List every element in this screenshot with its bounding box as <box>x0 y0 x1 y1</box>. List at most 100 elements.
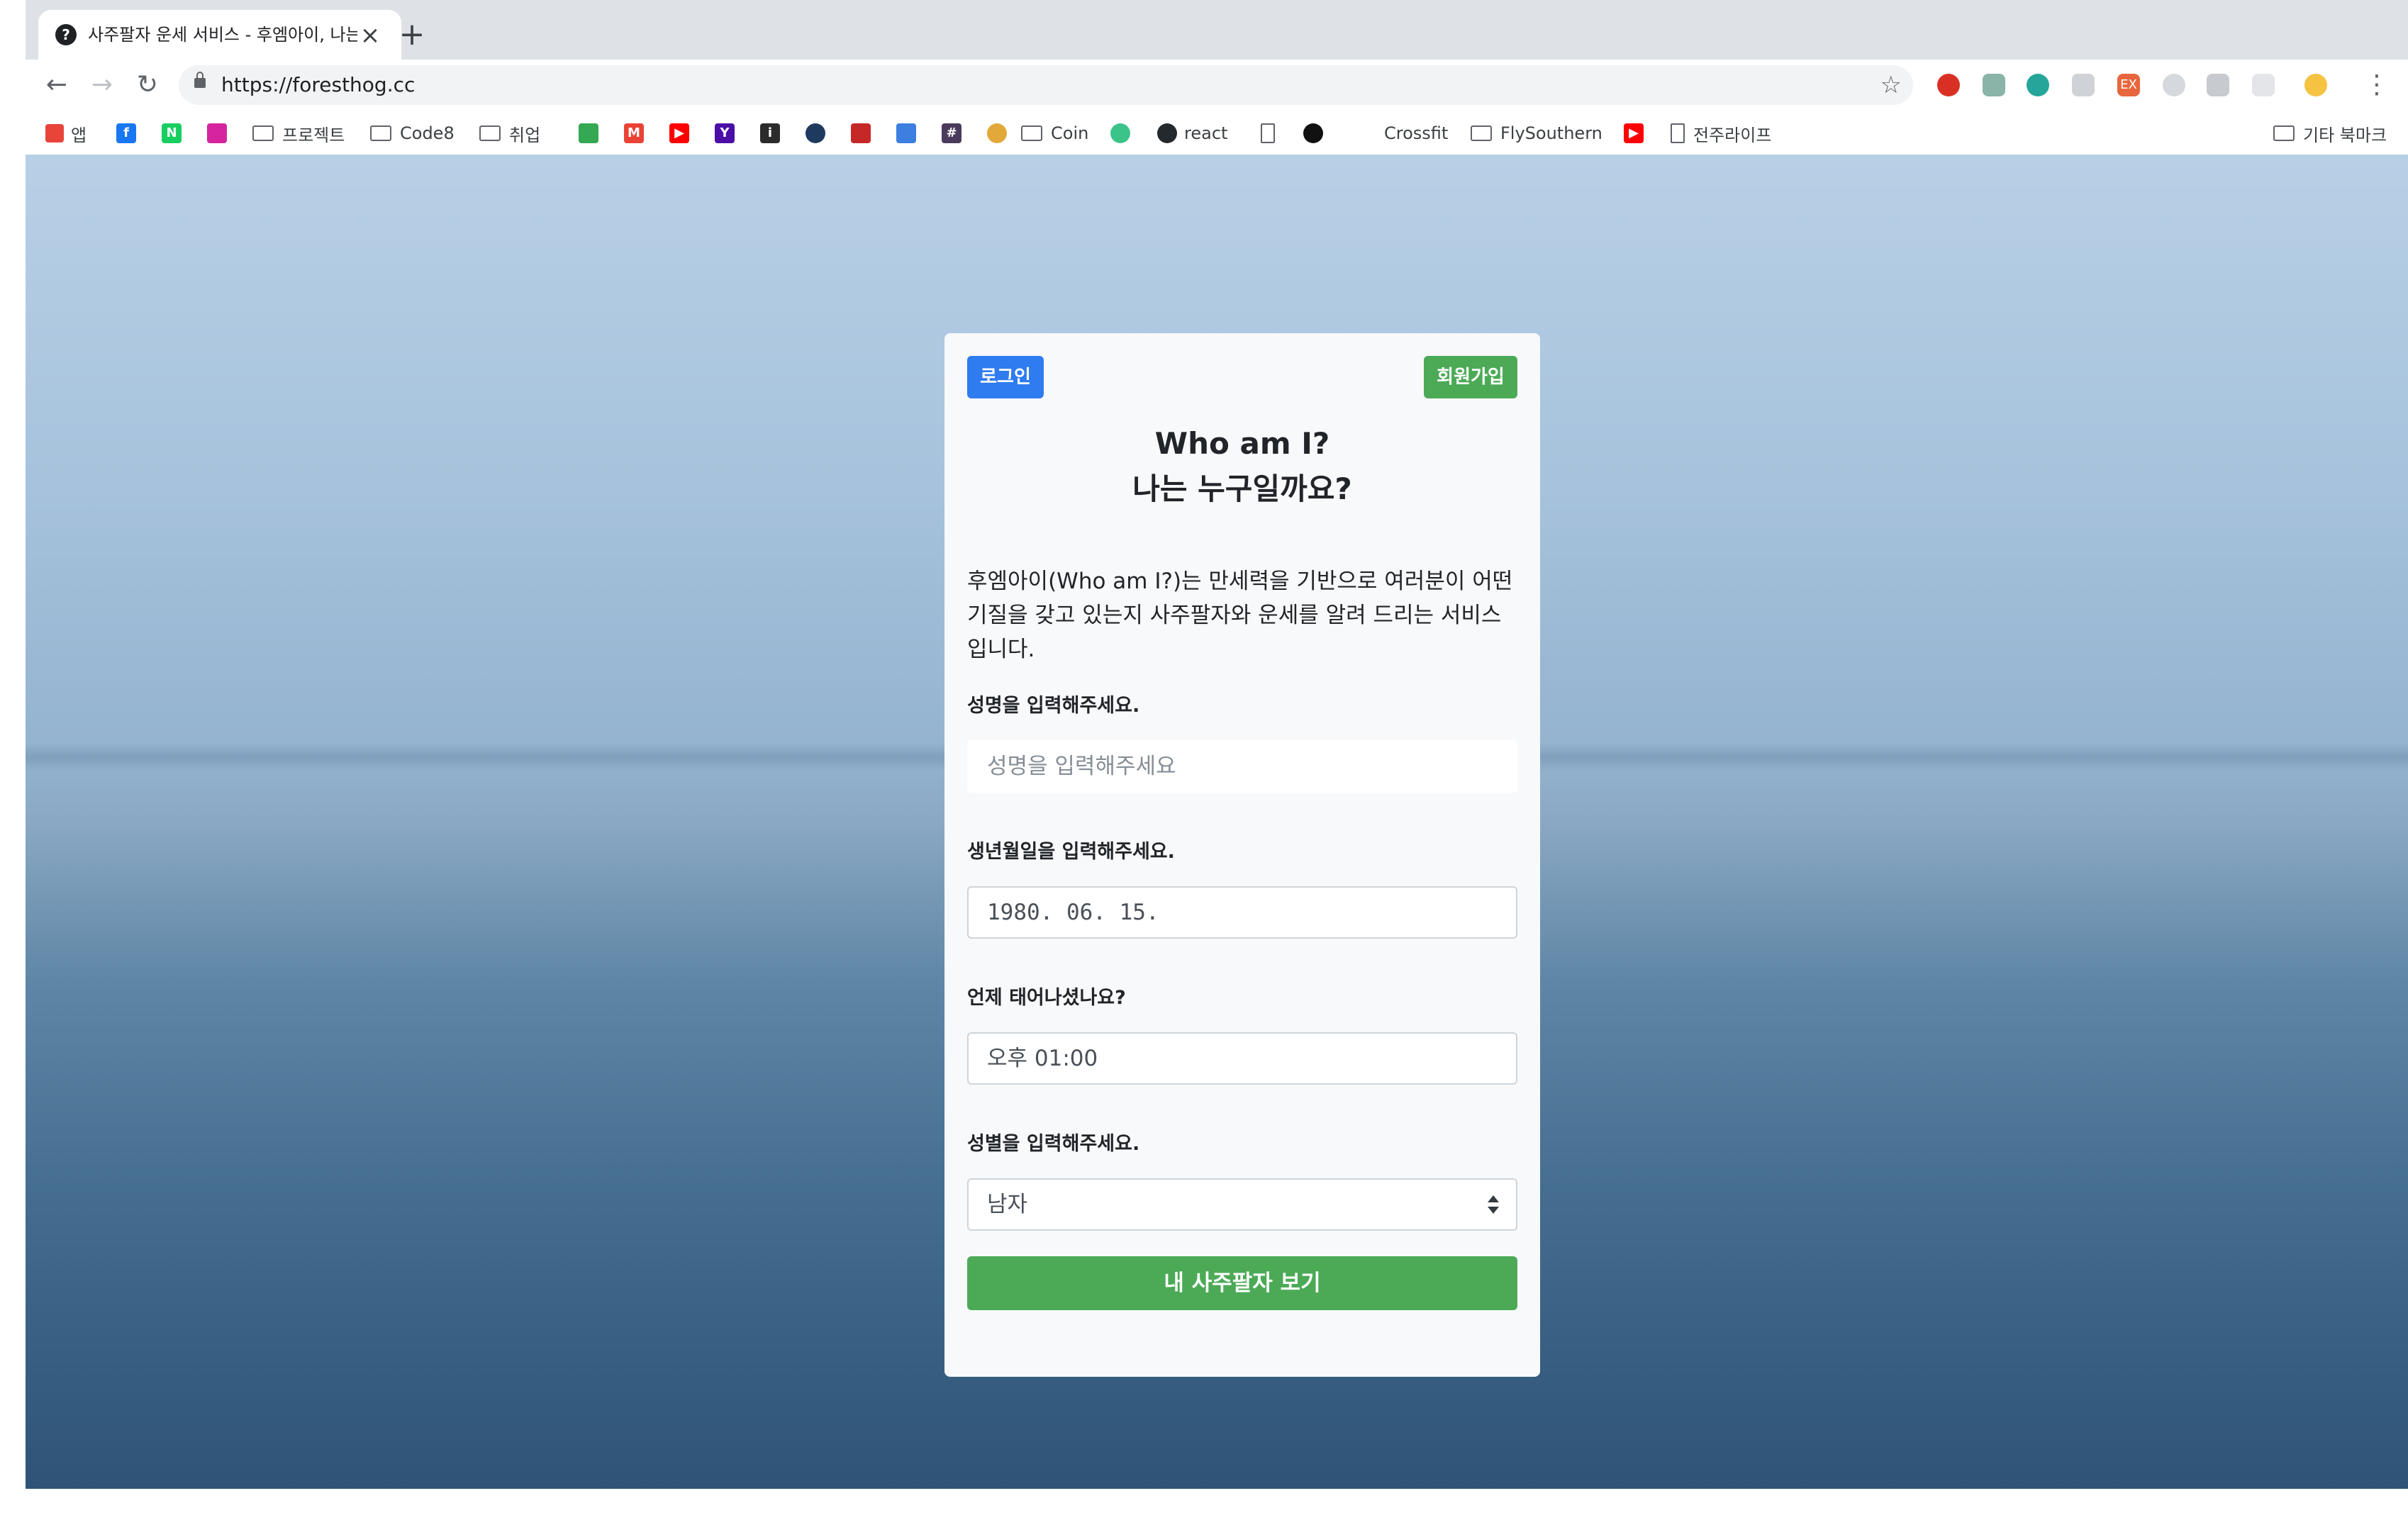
bookmark-site[interactable] <box>806 119 832 147</box>
bookmark-youtube[interactable]: ▶ <box>1624 119 1651 147</box>
bookmark-doc[interactable] <box>1261 119 1275 147</box>
bookmark-yahoo[interactable]: Y <box>715 119 742 147</box>
bookmark-label: Code8 <box>400 123 455 143</box>
bookmark-folder-other[interactable]: 기타 북마크 <box>2273 119 2387 147</box>
gmail-icon: M <box>624 123 644 143</box>
document-icon <box>1261 123 1275 143</box>
extension-icon[interactable] <box>2027 74 2049 96</box>
extension-icon[interactable]: EX <box>2117 74 2140 96</box>
bookmark-hash[interactable]: # <box>942 119 969 147</box>
login-button[interactable]: 로그인 <box>967 356 1044 398</box>
bookmark-site[interactable] <box>1303 119 1330 147</box>
signup-button[interactable]: 회원가입 <box>1424 356 1517 398</box>
bookmark-youtube[interactable]: ▶ <box>669 119 696 147</box>
github-icon <box>1157 123 1177 143</box>
bookmark-folder-project[interactable]: 프로젝트 <box>252 119 345 147</box>
instagram-icon <box>207 123 227 143</box>
youtube-icon: ▶ <box>1624 123 1644 143</box>
bookmark-site[interactable] <box>1110 119 1137 147</box>
folder-icon <box>370 125 391 141</box>
bookmark-cio[interactable] <box>851 119 878 147</box>
forward-icon[interactable]: → <box>85 68 119 102</box>
extension-icon[interactable] <box>2072 74 2095 96</box>
document-icon <box>1671 123 1685 143</box>
site-icon <box>987 123 1007 143</box>
lock-icon <box>194 72 206 88</box>
browser-tab[interactable]: ? 사주팔자 운세 서비스 - 후엠아이, 나는 × <box>38 10 401 60</box>
bookmark-drive[interactable] <box>579 119 606 147</box>
site-icon <box>1110 123 1130 143</box>
folder-icon <box>252 125 274 141</box>
extension-icon[interactable] <box>1983 74 2005 96</box>
birthdate-label: 생년월일을 입력해주세요. <box>967 841 1175 863</box>
url-text: https://foresthog.cc <box>221 73 416 96</box>
birthdate-value: 1980. 06. 15. <box>987 900 1159 925</box>
bookmark-crossfit[interactable]: Crossfit <box>1384 119 1448 147</box>
bookmark-jeonju[interactable]: 전주라이프 <box>1671 119 1771 147</box>
chart-icon <box>896 123 916 143</box>
bookmark-label: 앱 <box>71 125 87 145</box>
bookmark-naver[interactable]: N <box>162 119 189 147</box>
bookmark-star-icon[interactable]: ☆ <box>1880 69 1902 101</box>
bookmark-apps[interactable]: 앱 <box>45 119 87 147</box>
folder-icon <box>479 125 501 141</box>
google-drive-icon <box>579 123 598 143</box>
name-input[interactable] <box>967 740 1517 793</box>
tab-strip: ? 사주팔자 운세 서비스 - 후엠아이, 나는 × + <box>26 0 2408 60</box>
bookmark-label: 전주라이프 <box>1693 125 1772 145</box>
extension-icon[interactable] <box>2163 74 2185 96</box>
birth-time-value: 오후 01:00 <box>987 1046 1098 1071</box>
menu-icon[interactable]: ⋮ <box>2360 68 2394 102</box>
folder-icon <box>2273 125 2295 141</box>
bookmark-label: 취업 <box>509 125 541 145</box>
site-icon <box>806 123 825 143</box>
bookmark-folder-flysouthern[interactable]: FlySouthern <box>1471 119 1602 147</box>
extension-icon[interactable] <box>2252 74 2275 96</box>
main-card: 로그인 회원가입 Who am I? 나는 누구일까요? 후엠아이(Who am… <box>944 333 1540 1377</box>
birth-time-input[interactable]: 오후 01:00 <box>967 1032 1517 1085</box>
bookmark-folder-coin[interactable]: Coin <box>1021 119 1088 147</box>
apps-grid-icon <box>45 124 64 142</box>
bookmark-instagram[interactable] <box>207 119 234 147</box>
facebook-icon: f <box>116 123 136 143</box>
tab-title: 사주팔자 운세 서비스 - 후엠아이, 나는 <box>88 25 357 45</box>
address-bar[interactable]: https://foresthog.cc ☆ <box>179 65 1913 105</box>
navigation-bar: ← → ↻ https://foresthog.cc ☆ EX ⋮ <box>26 60 2408 111</box>
close-tab-icon[interactable]: × <box>356 21 384 50</box>
bookmark-site[interactable] <box>987 119 1014 147</box>
back-icon[interactable]: ← <box>40 68 74 102</box>
extension-icon[interactable] <box>2207 74 2229 96</box>
submit-button[interactable]: 내 사주팔자 보기 <box>967 1256 1517 1310</box>
bookmark-label: 프로젝트 <box>282 125 345 145</box>
cio-icon <box>851 123 871 143</box>
bookmark-chart[interactable] <box>896 119 923 147</box>
window-bottom-edge <box>0 1489 2408 1520</box>
bookmark-label: FlySouthern <box>1500 123 1602 143</box>
bookmark-investing[interactable]: i <box>760 119 787 147</box>
select-arrows-icon <box>1488 1195 1499 1215</box>
favicon-icon: ? <box>55 24 77 45</box>
bookmark-react[interactable]: react <box>1157 119 1227 147</box>
bookmark-facebook[interactable]: f <box>116 119 143 147</box>
name-label: 성명을 입력해주세요. <box>967 695 1140 717</box>
bookmark-folder-code8[interactable]: Code8 <box>370 119 455 147</box>
profile-avatar-icon[interactable] <box>2304 74 2327 96</box>
birthdate-input[interactable]: 1980. 06. 15. <box>967 886 1517 939</box>
youtube-icon: ▶ <box>669 123 689 143</box>
browser-chrome: ? 사주팔자 운세 서비스 - 후엠아이, 나는 × + ← → ↻ https… <box>26 0 2408 155</box>
hash-icon: # <box>942 123 961 143</box>
gender-value: 남자 <box>987 1192 1028 1217</box>
bookmark-gmail[interactable]: M <box>624 119 651 147</box>
new-tab-icon[interactable]: + <box>394 17 430 52</box>
bookmarks-bar: 앱 f N 프로젝트 Code8 취업 M ▶ Y i # Coin react… <box>26 111 2408 155</box>
extension-icon[interactable] <box>1937 74 1960 96</box>
page-viewport: 로그인 회원가입 Who am I? 나는 누구일까요? 후엠아이(Who am… <box>26 155 2408 1489</box>
birth-time-label: 언제 태어나셨나요? <box>967 987 1126 1009</box>
bookmark-label: Coin <box>1051 123 1089 143</box>
gender-select[interactable]: 남자 <box>967 1178 1517 1231</box>
bookmark-folder-job[interactable]: 취업 <box>479 119 540 147</box>
bookmark-label: 기타 북마크 <box>2303 125 2387 145</box>
service-description: 후엠아이(Who am I?)는 만세력을 기반으로 여러분이 어떤 기질을 갖… <box>967 569 1513 662</box>
reload-icon[interactable]: ↻ <box>130 68 165 102</box>
naver-icon: N <box>162 123 182 143</box>
